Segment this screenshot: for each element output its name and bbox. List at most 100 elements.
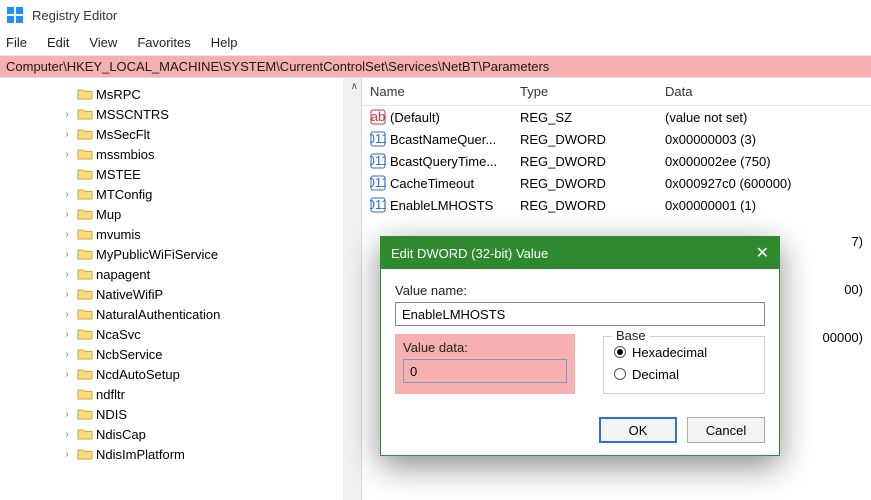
tree-item[interactable]: › mvumis (60, 224, 361, 244)
menu-favorites[interactable]: Favorites (137, 35, 190, 50)
tree-item[interactable]: › mssmbios (60, 144, 361, 164)
col-type[interactable]: Type (520, 84, 665, 99)
folder-icon (76, 447, 94, 461)
list-row[interactable]: 011EnableLMHOSTSREG_DWORD0x00000001 (1) (362, 194, 871, 216)
chevron-right-icon[interactable]: › (60, 289, 74, 300)
value-type: REG_DWORD (520, 154, 665, 169)
chevron-right-icon[interactable]: › (60, 309, 74, 320)
tree-item-label: MSSCNTRS (96, 107, 169, 122)
tree-item[interactable]: MSTEE (60, 164, 361, 184)
menu-view[interactable]: View (89, 35, 117, 50)
list-row[interactable]: 011 BcastQueryTime... REG_DWORD0x000002ee … (362, 150, 871, 172)
folder-icon (76, 287, 94, 301)
tree-item-label: NcdAutoSetup (96, 367, 180, 382)
list-row[interactable]: 011BcastNameQuer...REG_DWORD0x00000003 (… (362, 128, 871, 150)
list-row[interactable]: 011CacheTimeoutREG_DWORD0x000927c0 (6000… (362, 172, 871, 194)
radio-dec[interactable]: Decimal (614, 363, 754, 385)
value-data-input[interactable] (403, 359, 567, 383)
tree-scrollbar[interactable]: ∧ (343, 78, 361, 500)
tree-item-label: napagent (96, 267, 150, 282)
address-bar[interactable]: Computer\HKEY_LOCAL_MACHINE\SYSTEM\Curre… (0, 56, 871, 78)
scroll-up-icon[interactable]: ∧ (351, 81, 358, 92)
menu-help[interactable]: Help (211, 35, 238, 50)
tree-item-label: NaturalAuthentication (96, 307, 220, 322)
chevron-right-icon[interactable]: › (60, 369, 74, 380)
chevron-right-icon[interactable]: › (60, 109, 74, 120)
base-label: Base (612, 328, 650, 343)
tree-item[interactable]: MsRPC (60, 84, 361, 104)
chevron-right-icon[interactable]: › (60, 189, 74, 200)
tree-item[interactable]: › Mup (60, 204, 361, 224)
tree-view[interactable]: ∧ MsRPC›MSSCNTRS›MsSecFlt›mssmbiosMSTEE›… (0, 78, 362, 500)
svg-text:ab: ab (371, 109, 385, 124)
folder-icon (76, 187, 94, 201)
tree-item[interactable]: ›NcaSvc (60, 324, 361, 344)
tree-item[interactable]: › napagent (60, 264, 361, 284)
folder-icon (76, 367, 94, 381)
tree-item-label: mvumis (96, 227, 141, 242)
tree-item[interactable]: › NcdAutoSetup (60, 364, 361, 384)
chevron-right-icon[interactable]: › (60, 129, 74, 140)
folder-icon (76, 227, 94, 241)
chevron-right-icon[interactable]: › (60, 429, 74, 440)
value-name-label: Value name: (395, 283, 765, 298)
tree-item-label: ndfltr (96, 387, 125, 402)
tree-item-label: MsRPC (96, 87, 141, 102)
dialog-titlebar[interactable]: Edit DWORD (32-bit) Value ✕ (381, 237, 779, 269)
chevron-right-icon[interactable]: › (60, 209, 74, 220)
value-dword-icon: 011 (370, 153, 386, 169)
col-data[interactable]: Data (665, 84, 871, 99)
chevron-right-icon[interactable]: › (60, 149, 74, 160)
menu-edit[interactable]: Edit (47, 35, 69, 50)
list-row[interactable]: ab(Default)REG_SZ(value not set) (362, 106, 871, 128)
folder-icon (76, 427, 94, 441)
value-data: 0x000002ee (750) (665, 154, 871, 169)
value-data: 0x00000003 (3) (665, 132, 871, 147)
value-data: 0x000927c0 (600000) (665, 176, 871, 191)
ok-button[interactable]: OK (599, 417, 677, 443)
folder-icon (76, 167, 94, 181)
chevron-right-icon[interactable]: › (60, 269, 74, 280)
chevron-right-icon[interactable]: › (60, 349, 74, 360)
tree-item[interactable]: › NativeWifiP (60, 284, 361, 304)
value-name: BcastQueryTime... (390, 154, 497, 169)
radio-hex[interactable]: Hexadecimal (614, 341, 754, 363)
tree-item[interactable]: › NaturalAuthentication (60, 304, 361, 324)
tree-item[interactable]: ›MTConfig (60, 184, 361, 204)
tree-item[interactable]: › NdisImPlatform (60, 444, 361, 464)
folder-icon (76, 327, 94, 341)
menu-file[interactable]: File (6, 35, 27, 50)
value-name-input[interactable] (395, 302, 765, 326)
tree-item[interactable]: › NDIS (60, 404, 361, 424)
tree-item-label: mssmbios (96, 147, 155, 162)
svg-text:011: 011 (370, 197, 386, 212)
tree-item[interactable]: ndfltr (60, 384, 361, 404)
menu-bar: File Edit View Favorites Help (0, 30, 871, 56)
chevron-right-icon[interactable]: › (60, 249, 74, 260)
tree-item[interactable]: ›MyPublicWiFiService (60, 244, 361, 264)
tree-item[interactable]: ›NdisCap (60, 424, 361, 444)
tree-item[interactable]: ›NcbService (60, 344, 361, 364)
folder-icon (76, 247, 94, 261)
window-title: Registry Editor (32, 8, 117, 23)
tree-item-label: Mup (96, 207, 121, 222)
value-name: EnableLMHOSTS (390, 198, 493, 213)
close-icon[interactable]: ✕ (756, 243, 769, 263)
cancel-button[interactable]: Cancel (687, 417, 765, 443)
partial-data-c: 00000) (823, 330, 863, 345)
chevron-right-icon[interactable]: › (60, 409, 74, 420)
tree-item-label: MsSecFlt (96, 127, 150, 142)
svg-text:011: 011 (370, 175, 386, 190)
tree-item[interactable]: › MSSCNTRS (60, 104, 361, 124)
col-name[interactable]: Name (370, 84, 520, 99)
tree-item-label: NDIS (96, 407, 127, 422)
folder-icon (76, 127, 94, 141)
folder-icon (76, 107, 94, 121)
chevron-right-icon[interactable]: › (60, 449, 74, 460)
tree-item-label: NdisImPlatform (96, 447, 185, 462)
chevron-right-icon[interactable]: › (60, 229, 74, 240)
tree-item-label: NativeWifiP (96, 287, 163, 302)
tree-item[interactable]: › MsSecFlt (60, 124, 361, 144)
chevron-right-icon[interactable]: › (60, 329, 74, 340)
radio-dot-dec-icon (614, 368, 626, 380)
